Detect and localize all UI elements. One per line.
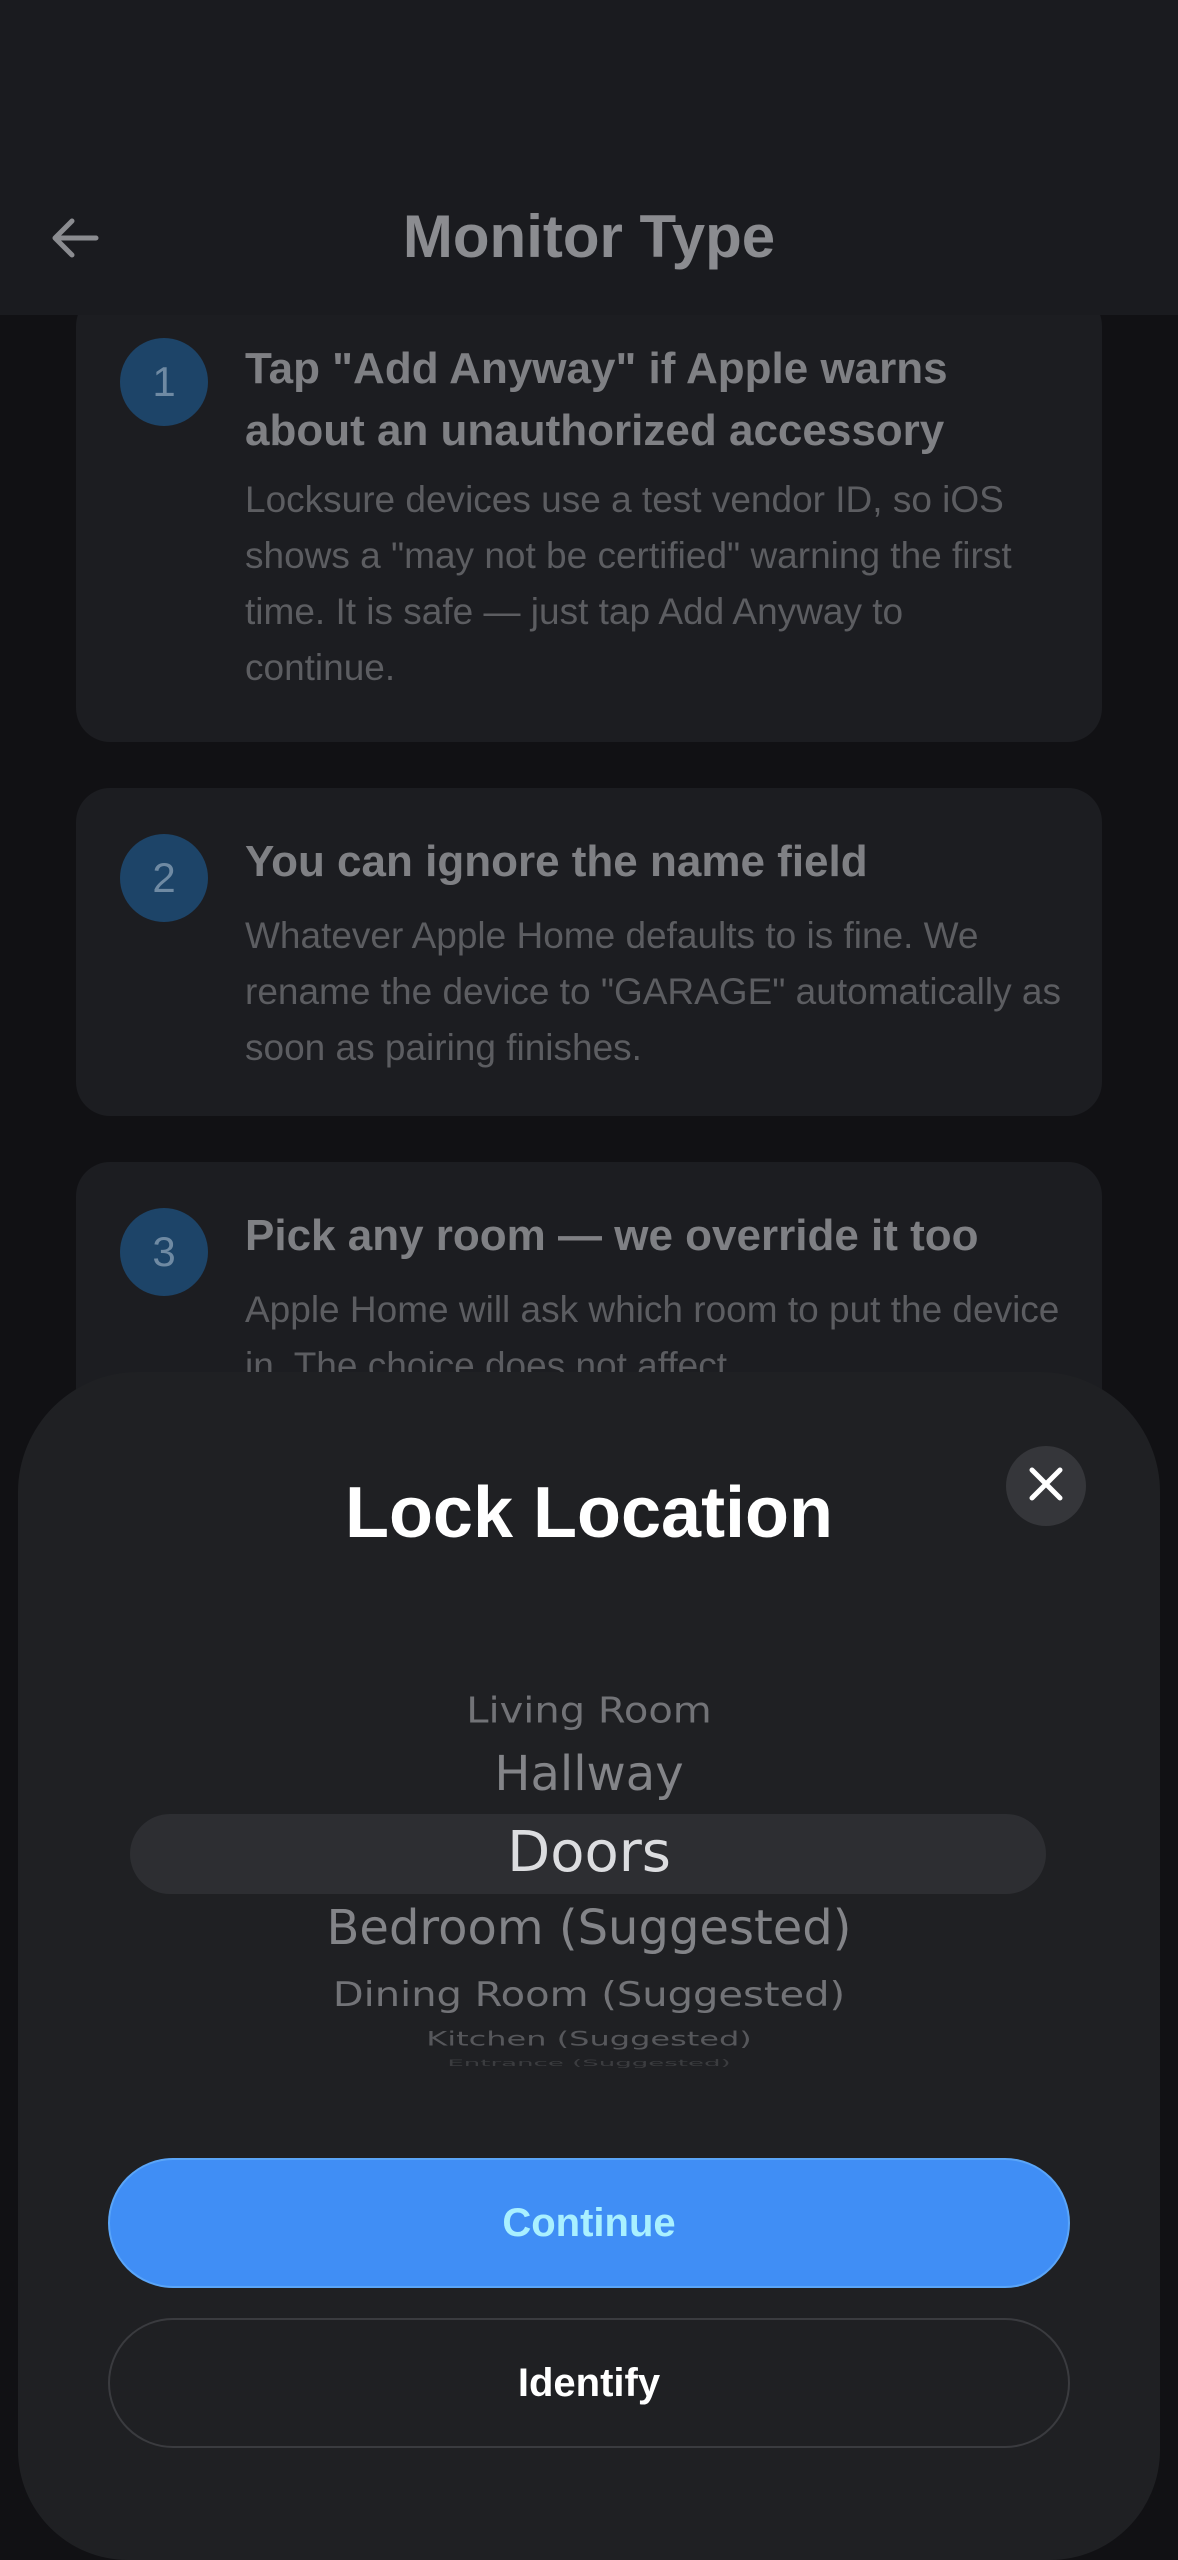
step-description: Whatever Apple Home defaults to is fine.… (245, 915, 1061, 1068)
step-description: Locksure devices use a test vendor ID, s… (245, 479, 1012, 688)
picker-option[interactable]: Entrance (Suggested) (18, 2058, 1160, 2069)
picker-option-selected[interactable]: Doors (18, 1820, 1160, 1885)
lock-location-sheet: Lock Location Living Room Hallway Doors … (18, 1372, 1160, 2560)
step-number-badge: 1 (120, 338, 208, 426)
continue-button[interactable]: Continue (108, 2158, 1070, 2288)
step-card-1: 1 Tap "Add Anyway" if Apple warns about … (76, 292, 1102, 742)
step-title: Pick any room — we override it too (245, 1211, 979, 1260)
step-number-badge: 3 (120, 1208, 208, 1296)
picker-option[interactable]: Bedroom (Suggested) (18, 1900, 1160, 1956)
step-title: Tap "Add Anyway" if Apple warns about an… (245, 344, 948, 455)
app-header: Monitor Type (0, 0, 1178, 315)
picker-option[interactable]: Hallway (18, 1746, 1160, 1802)
picker-option[interactable]: Kitchen (Suggested) (18, 2028, 1160, 2051)
step-card-2: 2 You can ignore the name field Whatever… (76, 788, 1102, 1116)
step-title: You can ignore the name field (245, 837, 868, 886)
identify-button[interactable]: Identify (108, 2318, 1070, 2448)
page-title: Monitor Type (402, 203, 776, 270)
picker-option[interactable]: Dining Room (Suggested) (18, 1975, 1160, 2014)
step-number-badge: 2 (120, 834, 208, 922)
picker-option[interactable]: Living Room (18, 1691, 1160, 1731)
